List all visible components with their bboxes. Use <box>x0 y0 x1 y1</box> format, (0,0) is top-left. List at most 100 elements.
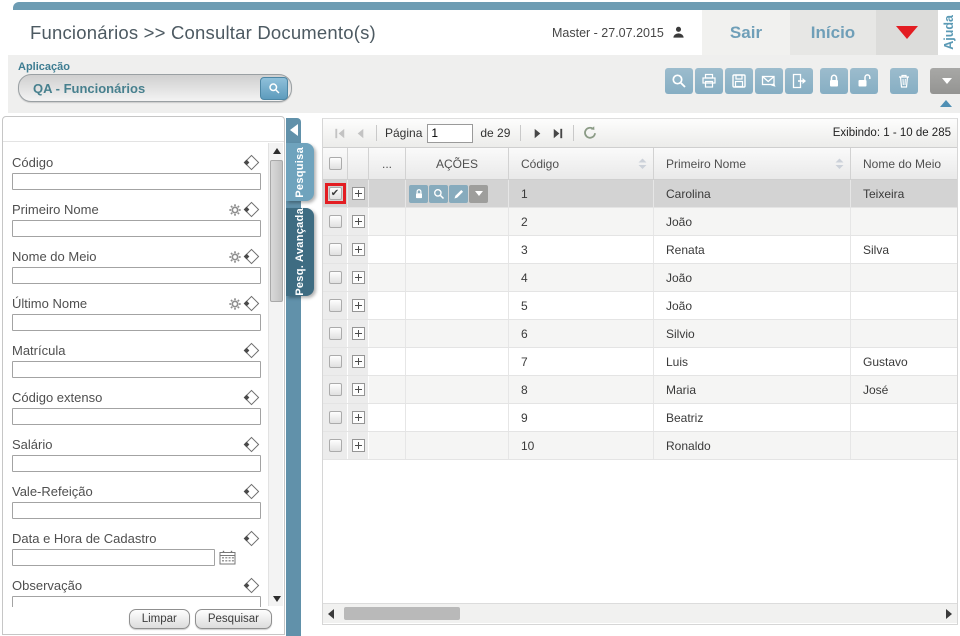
collapse-toolbar-icon[interactable] <box>940 100 952 107</box>
scroll-right-icon[interactable] <box>943 608 955 620</box>
eraser-icon[interactable] <box>243 154 260 171</box>
refresh-button[interactable] <box>580 123 600 143</box>
tab-pesq-avancada[interactable]: Pesq. Avançada <box>286 208 314 296</box>
row-checkbox[interactable] <box>328 299 342 312</box>
eraser-icon[interactable] <box>243 389 260 406</box>
eraser-icon[interactable] <box>243 248 260 265</box>
table-row[interactable]: 8 Maria José <box>323 376 957 404</box>
expand-row-icon[interactable] <box>351 299 365 312</box>
field-input[interactable] <box>12 596 261 607</box>
expand-row-icon[interactable] <box>351 187 365 200</box>
save-button[interactable] <box>725 68 753 94</box>
unlock-button[interactable] <box>850 68 878 94</box>
table-row[interactable]: 4 João <box>323 264 957 292</box>
search-button[interactable] <box>665 68 693 94</box>
field-input[interactable] <box>12 314 261 331</box>
gear-icon[interactable] <box>228 250 242 264</box>
field-input[interactable] <box>12 361 261 378</box>
clear-button[interactable]: Limpar <box>128 609 190 629</box>
header-codigo[interactable]: Código <box>509 148 654 179</box>
expand-row-icon[interactable] <box>351 243 365 256</box>
eraser-icon[interactable] <box>243 342 260 359</box>
mail-button[interactable] <box>755 68 783 94</box>
panel-scrollbar[interactable] <box>268 143 283 606</box>
hscroll-thumb[interactable] <box>344 607 460 620</box>
eraser-icon[interactable] <box>243 201 260 218</box>
header-primeiro-nome[interactable]: Primeiro Nome <box>654 148 851 179</box>
sort-icon[interactable] <box>636 157 649 174</box>
scroll-up-icon[interactable] <box>269 143 284 158</box>
field-input[interactable] <box>12 502 261 519</box>
table-row[interactable]: 2 João <box>323 208 957 236</box>
next-page-button[interactable] <box>527 123 547 143</box>
first-page-button[interactable] <box>330 123 350 143</box>
application-select[interactable]: QA - Funcionários <box>18 74 292 102</box>
last-page-button[interactable] <box>547 123 567 143</box>
row-edit-button[interactable] <box>449 184 468 203</box>
horizontal-scrollbar[interactable] <box>323 603 957 623</box>
search-submit-button[interactable]: Pesquisar <box>194 609 272 629</box>
prev-page-button[interactable] <box>350 123 370 143</box>
row-lock-button[interactable] <box>409 184 428 203</box>
row-checkbox[interactable] <box>328 439 342 452</box>
table-row[interactable]: 10 Ronaldo <box>323 432 957 460</box>
export-button[interactable] <box>785 68 813 94</box>
expand-row-icon[interactable] <box>351 215 365 228</box>
tab-pesquisa[interactable]: Pesquisa <box>286 143 314 201</box>
eraser-icon[interactable] <box>243 295 260 312</box>
table-row[interactable]: 5 João <box>323 292 957 320</box>
select-all-checkbox[interactable] <box>328 157 342 170</box>
field-input[interactable] <box>12 220 261 237</box>
eraser-icon[interactable] <box>243 483 260 500</box>
row-checkbox[interactable] <box>328 383 342 396</box>
page-number-input[interactable] <box>427 123 474 143</box>
field-input[interactable] <box>12 173 261 190</box>
gear-icon[interactable] <box>228 203 242 217</box>
gear-icon[interactable] <box>228 297 242 311</box>
table-row[interactable]: 1 Carolina Teixeira <box>323 180 957 208</box>
help-tab[interactable]: Ajuda <box>938 10 960 55</box>
eraser-icon[interactable] <box>243 530 260 547</box>
field-input[interactable] <box>12 408 261 425</box>
row-checkbox[interactable] <box>328 215 342 228</box>
eraser-icon[interactable] <box>243 577 260 594</box>
eraser-icon[interactable] <box>243 436 260 453</box>
row-checkbox[interactable] <box>328 187 342 200</box>
scroll-down-icon[interactable] <box>269 591 284 606</box>
field-input[interactable] <box>12 455 261 472</box>
expand-row-icon[interactable] <box>351 271 365 284</box>
expand-row-icon[interactable] <box>351 355 365 368</box>
expand-row-icon[interactable] <box>351 327 365 340</box>
scroll-left-icon[interactable] <box>325 608 337 620</box>
more-actions-dropdown[interactable] <box>930 68 960 94</box>
row-view-button[interactable] <box>429 184 448 203</box>
menu-dropdown-button[interactable] <box>876 10 938 55</box>
row-more-button[interactable] <box>469 184 488 203</box>
print-button[interactable] <box>695 68 723 94</box>
logout-button[interactable]: Sair <box>702 10 790 55</box>
row-checkbox[interactable] <box>328 355 342 368</box>
table-row[interactable]: 9 Beatriz <box>323 404 957 432</box>
delete-button[interactable] <box>890 68 918 94</box>
scrollbar-thumb[interactable] <box>270 160 283 302</box>
row-checkbox[interactable] <box>328 271 342 284</box>
table-row[interactable]: 7 Luis Gustavo <box>323 348 957 376</box>
expand-row-icon[interactable] <box>351 411 365 424</box>
calendar-icon[interactable] <box>219 550 236 565</box>
header-nome-do-meio[interactable]: Nome do Meio <box>851 148 957 179</box>
row-checkbox[interactable] <box>328 411 342 424</box>
row-checkbox[interactable] <box>328 327 342 340</box>
row-checkbox[interactable] <box>328 243 342 256</box>
table-row[interactable]: 6 Silvio <box>323 320 957 348</box>
field-input[interactable] <box>12 549 215 566</box>
table-row[interactable]: 3 Renata Silva <box>323 236 957 264</box>
lock-button[interactable] <box>820 68 848 94</box>
expand-row-icon[interactable] <box>351 383 365 396</box>
expand-row-icon[interactable] <box>351 439 365 452</box>
sort-icon[interactable] <box>833 157 846 174</box>
header-select-all[interactable] <box>323 148 348 179</box>
home-button[interactable]: Início <box>790 10 876 55</box>
collapse-panel-icon[interactable] <box>290 124 298 136</box>
application-search-button[interactable] <box>260 77 288 100</box>
field-input[interactable] <box>12 267 261 284</box>
